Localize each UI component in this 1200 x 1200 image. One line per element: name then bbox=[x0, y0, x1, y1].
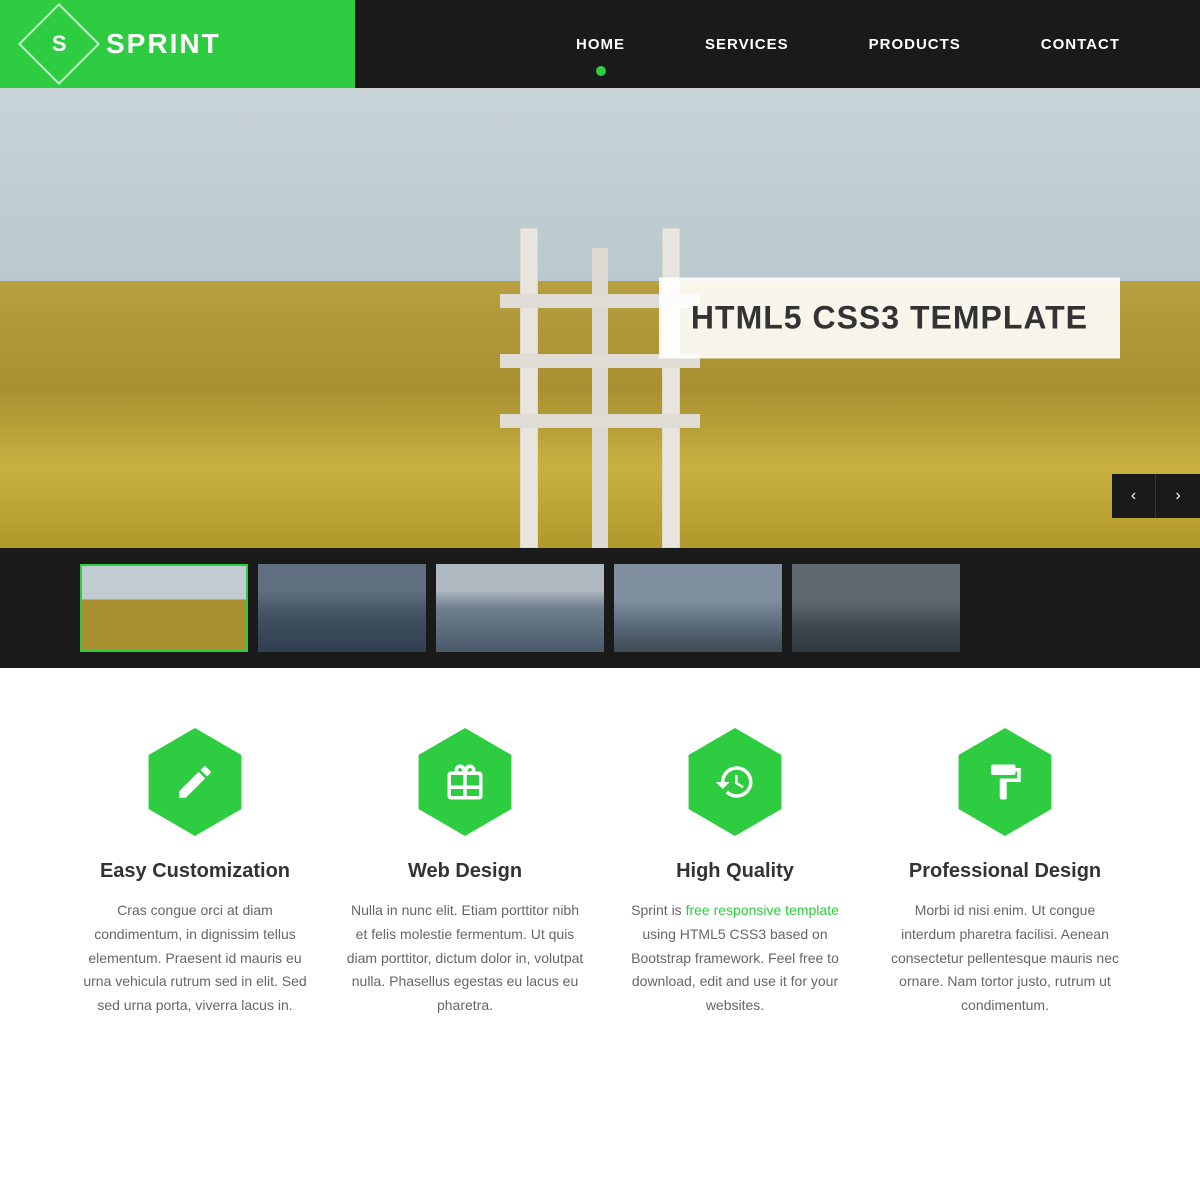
feature-icon-2 bbox=[411, 728, 519, 836]
history-icon bbox=[714, 761, 756, 803]
thumbnail-5[interactable] bbox=[792, 564, 960, 652]
thumb-img-5 bbox=[792, 564, 960, 652]
thumbnail-2[interactable] bbox=[258, 564, 426, 652]
hexagon-4 bbox=[951, 728, 1059, 836]
hexagon-1 bbox=[141, 728, 249, 836]
nav-contact[interactable]: CONTACT bbox=[1001, 0, 1160, 88]
nav-home[interactable]: HOME bbox=[536, 0, 665, 88]
thumbnail-4[interactable] bbox=[614, 564, 782, 652]
hexagon-2 bbox=[411, 728, 519, 836]
feature-web-design: Web Design Nulla in nunc elit. Etiam por… bbox=[346, 728, 584, 1018]
nav-services[interactable]: SERVICES bbox=[665, 0, 829, 88]
rail-3 bbox=[500, 414, 700, 428]
thumb-img-4 bbox=[614, 564, 782, 652]
logo-letter: S bbox=[52, 31, 67, 57]
hero-prev-button[interactable]: ‹ bbox=[1112, 474, 1156, 518]
thumbnail-3[interactable] bbox=[436, 564, 604, 652]
feature-title-3: High Quality bbox=[616, 860, 854, 883]
feature-high-quality: High Quality Sprint is free responsive t… bbox=[616, 728, 854, 1018]
gift-icon bbox=[444, 761, 486, 803]
feature-link-3[interactable]: free responsive template bbox=[686, 902, 839, 918]
feature-icon-3 bbox=[681, 728, 789, 836]
post-left bbox=[520, 228, 538, 548]
logo-icon: S bbox=[18, 3, 100, 85]
thumbnail-1[interactable] bbox=[80, 564, 248, 652]
hero-text-box: HTML5 CSS3 TEMPLATE bbox=[659, 278, 1120, 359]
feature-text-2: Nulla in nunc elit. Etiam porttitor nibh… bbox=[346, 899, 584, 1018]
hero-section: HTML5 CSS3 TEMPLATE ‹ › bbox=[0, 88, 1200, 548]
hero-structure bbox=[460, 208, 740, 548]
feature-icon-1 bbox=[141, 728, 249, 836]
brand-name: SPRINT bbox=[106, 28, 221, 60]
feature-text-1: Cras congue orci at diam condimentum, in… bbox=[76, 899, 314, 1018]
thumb-img-3 bbox=[436, 564, 604, 652]
nav-products[interactable]: PRODUCTS bbox=[829, 0, 1001, 88]
post-center bbox=[592, 248, 608, 548]
feature-text-4: Morbi id nisi enim. Ut congue interdum p… bbox=[886, 899, 1124, 1018]
header: S SPRINT HOME SERVICES PRODUCTS CONTACT bbox=[0, 0, 1200, 88]
hero-title: HTML5 CSS3 TEMPLATE bbox=[691, 300, 1088, 337]
features-section: Easy Customization Cras congue orci at d… bbox=[0, 668, 1200, 1098]
feature-title-1: Easy Customization bbox=[76, 860, 314, 883]
thumb-img-2 bbox=[258, 564, 426, 652]
hexagon-3 bbox=[681, 728, 789, 836]
hero-next-button[interactable]: › bbox=[1156, 474, 1200, 518]
thumb-img-1 bbox=[82, 566, 246, 650]
post-right bbox=[662, 228, 680, 548]
main-nav: HOME SERVICES PRODUCTS CONTACT bbox=[355, 0, 1200, 88]
feature-easy-customization: Easy Customization Cras congue orci at d… bbox=[76, 728, 314, 1018]
hero-controls: ‹ › bbox=[1112, 474, 1200, 518]
logo-area: S SPRINT bbox=[0, 0, 355, 88]
feature-icon-4 bbox=[951, 728, 1059, 836]
pencil-icon bbox=[174, 761, 216, 803]
feature-title-4: Professional Design bbox=[886, 860, 1124, 883]
paintroller-icon bbox=[984, 761, 1026, 803]
thumbnail-strip bbox=[0, 548, 1200, 668]
feature-text-3: Sprint is free responsive template using… bbox=[616, 899, 854, 1018]
feature-professional-design: Professional Design Morbi id nisi enim. … bbox=[886, 728, 1124, 1018]
feature-title-2: Web Design bbox=[346, 860, 584, 883]
